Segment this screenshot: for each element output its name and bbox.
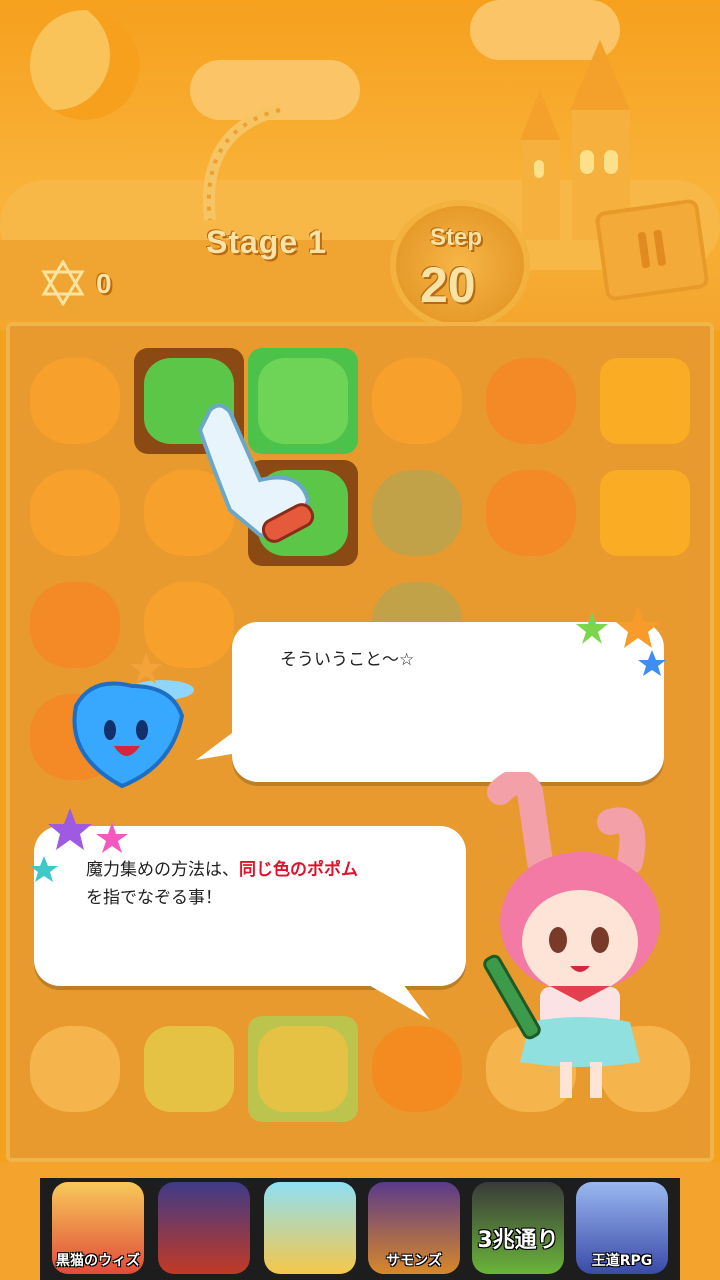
board-cell[interactable]: [476, 348, 586, 454]
step-label: Step: [430, 224, 483, 251]
app-ad-summons[interactable]: サモンズ: [368, 1182, 460, 1274]
highlight-text: 同じ色のポポム: [239, 860, 358, 880]
yellow-cabbage-pompom: [258, 1026, 348, 1112]
yellow-star-pompom: [600, 470, 690, 556]
board-cell[interactable]: [590, 348, 700, 454]
orange-bird-pompom: [486, 470, 576, 556]
pointing-hand-icon: [197, 403, 315, 543]
roller-coaster-track: [202, 104, 282, 221]
stage-label: Stage 1: [206, 224, 327, 260]
star-icon: [576, 606, 666, 676]
app-ad-kuroneko[interactable]: 黒猫のウィズ: [52, 1182, 144, 1274]
green-leaf-pompom: [372, 470, 462, 556]
board-cell[interactable]: [20, 1016, 130, 1122]
pause-icon: [637, 231, 651, 269]
star-of-david-icon: [41, 260, 85, 306]
mascot-line: そういうこと～☆: [280, 650, 415, 670]
orange-cat-pompom: [30, 358, 120, 444]
app-ad-3-trillion[interactable]: 3兆通り: [472, 1182, 564, 1274]
board-cell[interactable]: [20, 348, 130, 454]
step-counter-badge: Step 20: [390, 200, 530, 330]
orange-cat-pompom: [372, 358, 462, 444]
orange-cat-pompom: [30, 470, 120, 556]
moon: [30, 10, 140, 120]
board-cell[interactable]: [362, 348, 472, 454]
app-ad-rpg[interactable]: 王道RPG: [576, 1182, 668, 1274]
board-cell[interactable]: [476, 460, 586, 566]
board-cell[interactable]: [362, 1016, 472, 1122]
score-value: 0: [96, 268, 112, 299]
orange-bird-pompom: [486, 358, 576, 444]
blue-pompom-mascot: [72, 652, 194, 789]
ad-banner: 黒猫のウィズ サモンズ 3兆通り 王道RPG: [40, 1178, 680, 1280]
orange-bug-pompom: [30, 1026, 120, 1112]
star-icon: [30, 808, 128, 882]
bunny-girl-guide: [483, 772, 660, 1098]
app-ad-warrior[interactable]: [158, 1182, 250, 1274]
board-cell[interactable]: [134, 1016, 244, 1122]
board-cell[interactable]: [362, 460, 472, 566]
bubble-tail: [360, 980, 430, 1020]
board-cell[interactable]: [248, 1016, 358, 1122]
pause-button[interactable]: [594, 198, 710, 302]
game-screen: 0 Stage 1 Step 20 そういうこと～☆ 魔力集めの方法は、同じ色の…: [0, 0, 720, 1280]
board-cell[interactable]: [20, 460, 130, 566]
steps-left-value: 20: [420, 257, 476, 313]
board-cell[interactable]: [590, 460, 700, 566]
yellow-star-pompom: [600, 358, 690, 444]
orange-cat-pompom: [372, 1026, 462, 1112]
yellow-cabbage-pompom: [144, 1026, 234, 1112]
guide-line-2: を指でなぞる事！: [86, 888, 222, 908]
app-ad-pompom[interactable]: [264, 1182, 356, 1274]
